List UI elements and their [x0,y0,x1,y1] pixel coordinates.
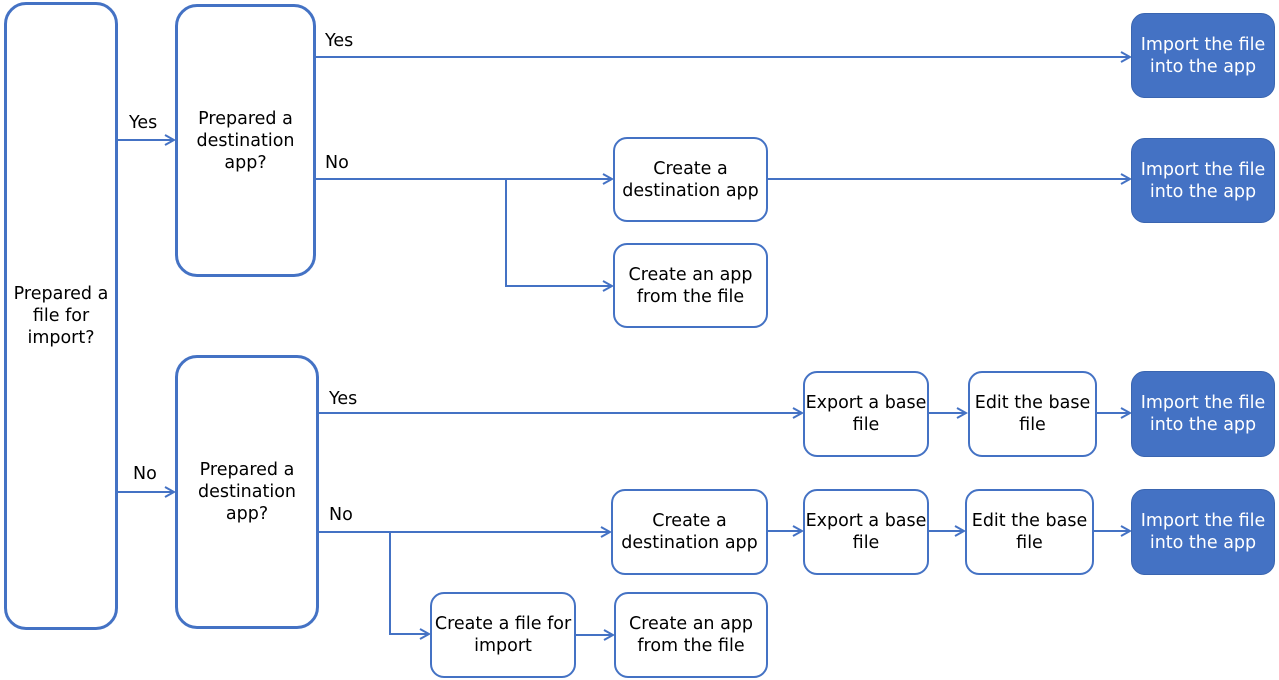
label-top-yes: Yes [325,31,354,51]
step-create-app-from-file-top: Create an app from the file [613,243,768,328]
step-export-base-1: Export a base file [803,371,929,457]
step-create-destination-top: Create a destination app [613,137,768,222]
step-import-3: Import the file into the app [1131,371,1275,457]
step-edit-base-1: Edit the base file [968,371,1097,457]
step-import-4: Import the file into the app [1131,489,1275,575]
step-import-1: Import the file into the app [1131,13,1275,98]
step-edit-base-2: Edit the base file [965,489,1094,575]
step-create-destination-bottom: Create a destination app [611,489,768,575]
decision-destination-top: Prepared a destination app? [175,4,316,277]
step-export-base-2: Export a base file [803,489,929,575]
step-create-app-from-file-bottom: Create an app from the file [614,592,768,678]
step-create-file-for-import: Create a file for import [430,592,576,678]
step-import-2: Import the file into the app [1131,138,1275,223]
arrow-bottom-no-branch [389,532,429,634]
label-bottom-no: No [329,505,353,525]
label-root-yes: Yes [129,113,158,133]
arrow-top-no-branch [505,179,612,286]
decision-destination-bottom: Prepared a destination app? [175,355,319,629]
decision-file-prepared: Prepared a file for import? [4,2,118,630]
label-root-no: No [133,464,157,484]
label-bottom-yes: Yes [329,389,358,409]
label-top-no: No [325,153,349,173]
